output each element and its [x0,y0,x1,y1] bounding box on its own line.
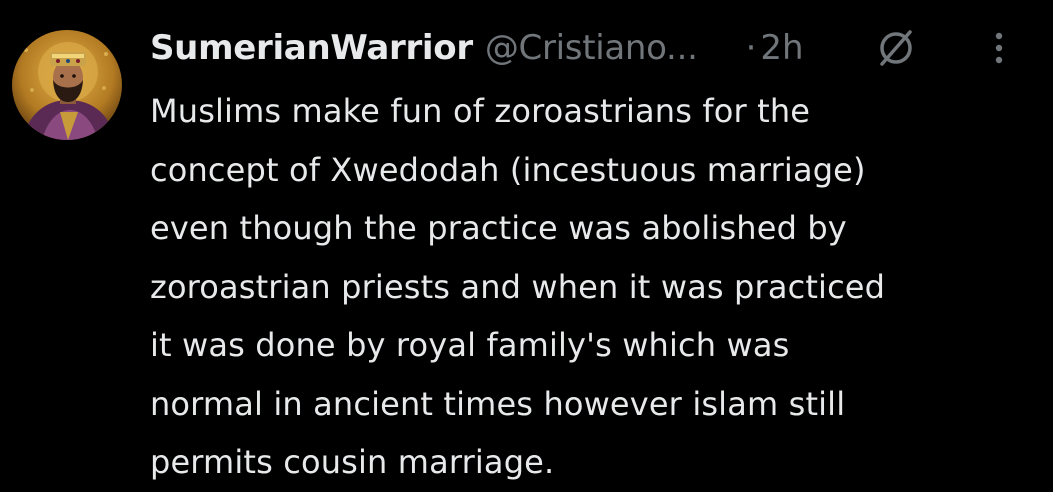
more-options-icon[interactable] [982,26,1016,70]
tweet-text-line: permits cousin marriage. [150,443,555,481]
display-name[interactable]: SumerianWarrior [150,28,473,68]
avatar[interactable] [12,30,122,140]
tweet-header: SumerianWarrior @Cristiano... · 2h [150,22,804,74]
tweet-text-line: even though the practice was abolished b… [150,209,847,247]
tweet-text-line: zoroastrian priests and when it was prac… [150,267,886,306]
tweet-text-line: normal in ancient times however islam st… [150,384,846,423]
tweet-text-line: it was done by royal family's which was [150,326,790,364]
tweet-text: Muslims make fun of zoroastrians for the… [150,82,1030,492]
separator-dot: · [745,28,757,68]
tweet-text-line: Muslims make fun of zoroastrians for the [150,92,811,130]
user-handle[interactable]: @Cristiano... [485,28,698,68]
grok-icon[interactable] [874,26,918,70]
timestamp[interactable]: 2h [760,28,803,68]
avatar-image [12,30,122,140]
tweet-text-line: concept of Xwedodah (incestuous marriage… [150,150,866,189]
tweet[interactable]: SumerianWarrior @Cristiano... · 2h Musli… [0,0,1053,481]
